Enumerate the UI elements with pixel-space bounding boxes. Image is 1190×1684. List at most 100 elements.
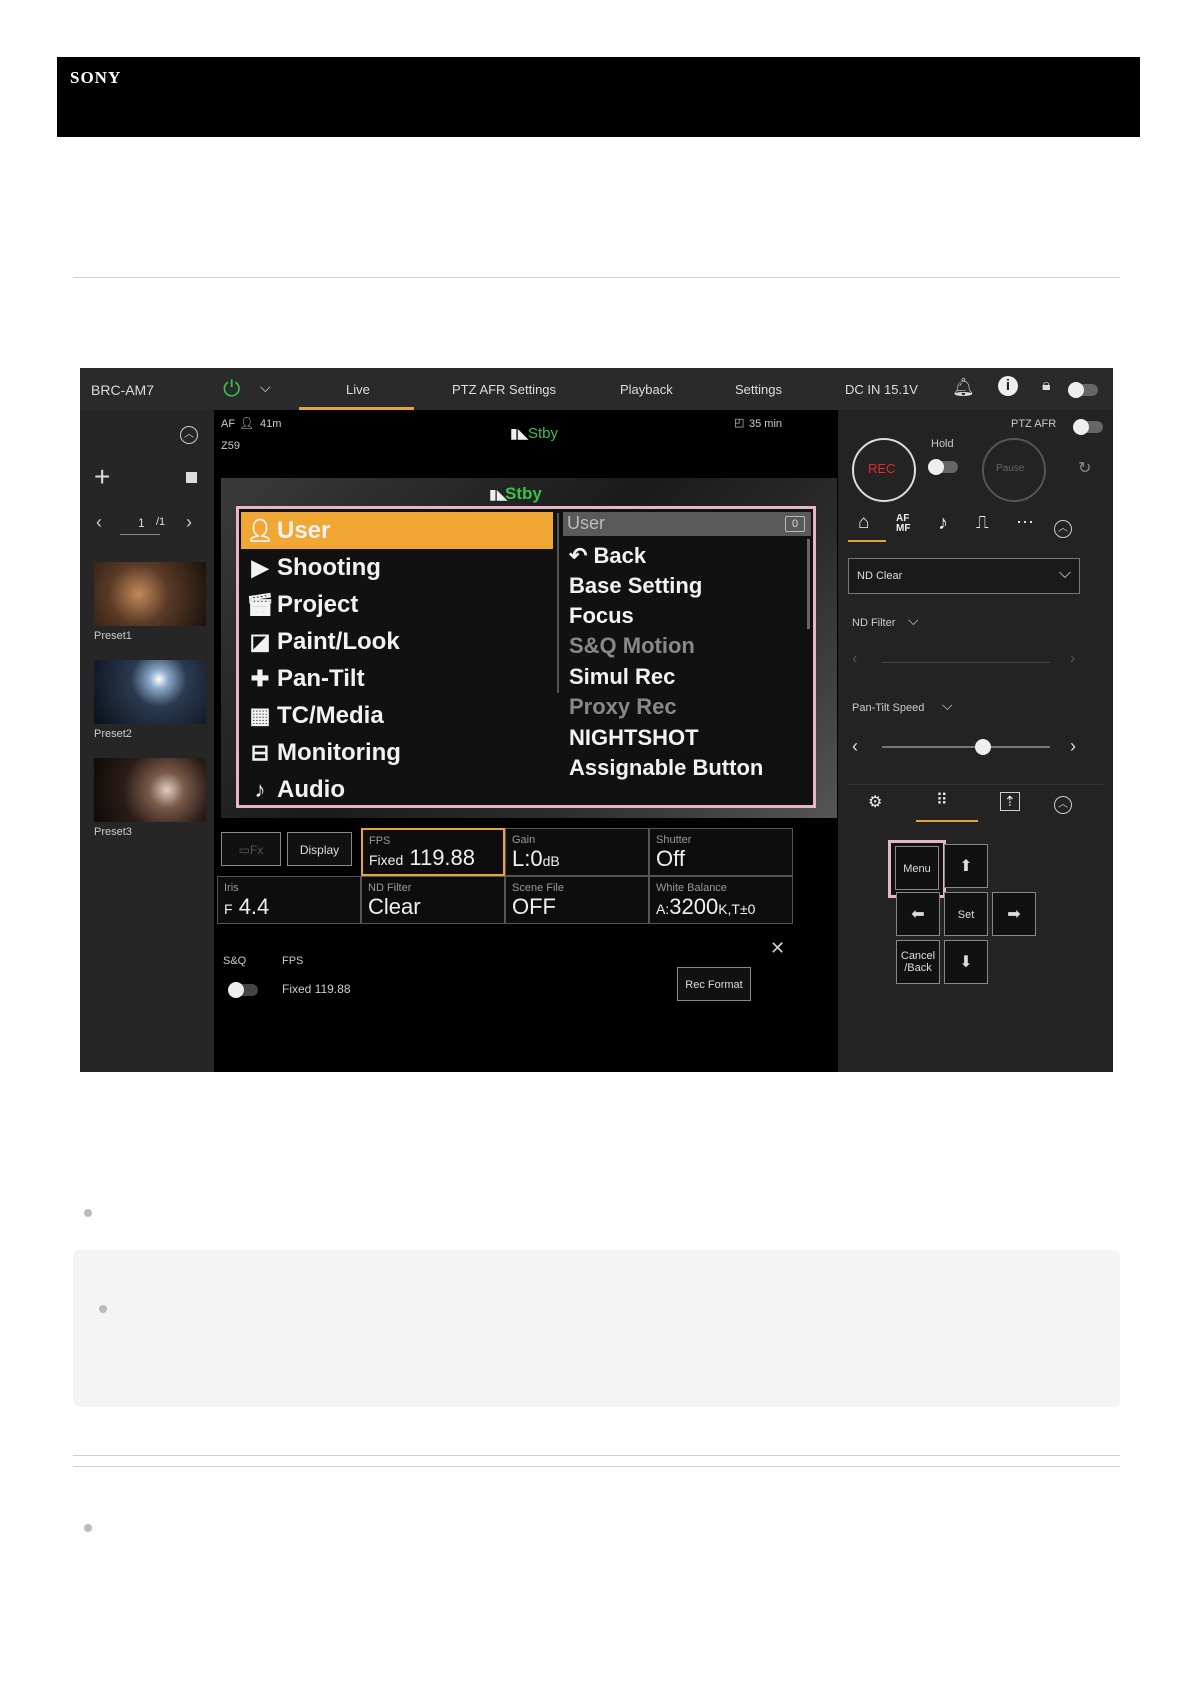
divider — [73, 1455, 1120, 1456]
up-arrow-button[interactable]: ⬆ — [944, 844, 988, 888]
media-icon: ◰ — [734, 417, 745, 429]
preset2-thumbnail[interactable] — [94, 660, 206, 724]
submenu-scrollbar[interactable] — [807, 539, 810, 629]
tab-playback[interactable]: Playback — [620, 382, 673, 397]
pan-tilt-speed-chevron-icon[interactable]: ⌵ — [942, 697, 953, 714]
menu-scrollbar[interactable] — [557, 513, 559, 693]
submenu-item-assignable-button[interactable]: Assignable Button — [569, 755, 763, 781]
rec-format-button[interactable]: Rec Format — [677, 967, 751, 1001]
clapper-icon: 🎬︎ — [246, 592, 274, 617]
speed-right-arrow-icon[interactable]: › — [1070, 736, 1076, 757]
user-icon: 👤︎ — [246, 518, 274, 543]
cancel-label: Cancel — [900, 950, 936, 962]
media-slot-icon[interactable]: ⎍ — [976, 512, 989, 533]
shutter-label: Shutter — [656, 834, 692, 846]
hold-label: Hold — [931, 438, 954, 450]
sq-toggle[interactable] — [228, 982, 258, 998]
submenu-item-sq-motion[interactable]: S&Q Motion — [569, 633, 695, 659]
stop-icon[interactable] — [186, 472, 197, 483]
tab-live[interactable]: Live — [346, 382, 370, 397]
submenu-item-base-setting[interactable]: Base Setting — [569, 573, 702, 599]
menu-button[interactable]: Menu — [895, 846, 939, 890]
af-mf-icon[interactable]: AF MF — [896, 514, 910, 534]
ptz-afr-toggle[interactable] — [1073, 419, 1103, 435]
submenu-item-back[interactable]: ↶ Back — [569, 543, 646, 569]
menu-item-user[interactable]: 👤︎ User — [243, 513, 553, 548]
record-status-icon: ▮◣ — [510, 425, 529, 441]
next-page-icon[interactable]: › — [186, 512, 192, 533]
nd-filter-chevron-icon[interactable]: ⌵ — [908, 612, 919, 629]
hold-toggle[interactable] — [928, 459, 958, 475]
preset3-thumbnail[interactable] — [94, 758, 206, 822]
tab-ptz-afr-settings[interactable]: PTZ AFR Settings — [452, 382, 556, 397]
collapse-icon[interactable]: ︿ — [1054, 520, 1072, 538]
set-button[interactable]: Set — [944, 892, 988, 936]
left-arrow-button[interactable]: ⬅ — [896, 892, 940, 936]
note-bullet — [99, 1305, 107, 1313]
menu-item-pan-tilt[interactable]: ✚ Pan-Tilt — [243, 661, 553, 696]
scene-file-cell[interactable]: Scene File OFF — [505, 876, 649, 924]
menu-item-tc-media[interactable]: ▦ TC/Media — [243, 698, 553, 733]
menu-item-paint-look[interactable]: ◪ Paint/Look — [243, 624, 553, 659]
submenu-header-label: User — [567, 513, 606, 533]
fps-cell[interactable]: FPS Fixed 119.88 — [361, 828, 505, 876]
nd-clear-select[interactable]: ND Clear ⌵ — [848, 558, 1080, 594]
chevron-down-icon: ⌵ — [1058, 565, 1071, 582]
close-icon[interactable]: ✕ — [770, 938, 785, 959]
image-icon[interactable]: ⇡ — [1000, 792, 1020, 811]
preset-panel: ︿ + ‹ 1 /1 › Preset1 Preset2 Preset3 — [80, 410, 214, 1072]
refresh-icon[interactable]: ↻ — [1078, 458, 1091, 478]
menu-item-shooting[interactable]: ▶︎ Shooting — [243, 550, 553, 585]
collapse-up-icon[interactable]: ︿ — [180, 426, 198, 444]
reel-icon[interactable]: ⚙ — [868, 792, 882, 812]
speed-left-arrow-icon[interactable]: ‹ — [852, 736, 858, 757]
home-icon[interactable]: ⌂ — [858, 512, 869, 534]
af-indicator: AF — [221, 418, 236, 430]
nd-left-arrow-icon[interactable]: ‹ — [852, 650, 857, 668]
collapse-panel-icon[interactable]: ︿ — [1054, 796, 1072, 814]
display-button[interactable]: Display — [287, 832, 352, 866]
preset1-thumbnail[interactable] — [94, 562, 206, 626]
focus-distance: 41m — [260, 418, 282, 430]
bell-icon[interactable]: 🔔︎ — [952, 377, 975, 398]
add-preset-icon[interactable]: + — [94, 463, 110, 491]
info-icon[interactable]: i — [998, 376, 1018, 396]
nd-right-arrow-icon[interactable]: › — [1070, 650, 1075, 668]
lock-toggle[interactable] — [1068, 382, 1098, 398]
submenu-item-nightshot[interactable]: NIGHTSHOT — [569, 725, 699, 751]
menu-item-audio[interactable]: ♪ Audio — [243, 772, 553, 807]
pause-button[interactable]: Pause — [982, 438, 1046, 502]
pan-tilt-speed-slider[interactable] — [974, 739, 991, 755]
audio-icon[interactable]: ♪ — [938, 512, 948, 535]
gain-cell[interactable]: Gain L:0dB — [505, 828, 649, 876]
power-icon[interactable]: ⏻ — [223, 376, 240, 402]
white-balance-cell[interactable]: White Balance A:3200K,T±0 — [649, 876, 793, 924]
white-balance-value: A:3200K,T±0 — [656, 894, 756, 919]
keypad-icon[interactable]: ⠿ — [936, 790, 948, 810]
prev-page-icon[interactable]: ‹ — [96, 512, 102, 533]
down-arrow-button[interactable]: ⬇ — [944, 940, 988, 984]
pan-tilt-speed-track — [882, 739, 1050, 755]
right-arrow-button[interactable]: ➡ — [992, 892, 1036, 936]
rec-button[interactable]: REC — [852, 438, 916, 502]
submenu-item-focus[interactable]: Focus — [569, 603, 634, 629]
cancel-back-button[interactable]: Cancel/Back — [896, 940, 940, 984]
page-total: /1 — [156, 516, 166, 528]
submenu-item-proxy-rec[interactable]: Proxy Rec — [569, 694, 677, 720]
menu-item-project[interactable]: 🎬︎ Project — [243, 587, 553, 622]
lock-icon[interactable]: 🔒︎ — [1042, 377, 1051, 395]
iris-cell[interactable]: Iris F 4.4 — [217, 876, 361, 924]
more-icon[interactable]: ⋯ — [1016, 512, 1034, 533]
white-balance-label: White Balance — [656, 882, 727, 894]
back-label: /Back — [904, 962, 932, 974]
rec-label: REC — [868, 461, 896, 476]
tab-settings[interactable]: Settings — [735, 382, 782, 397]
shutter-cell[interactable]: Shutter Off — [649, 828, 793, 876]
chevron-down-icon[interactable]: ⌵ — [260, 379, 271, 396]
scene-file-label: Scene File — [512, 882, 564, 894]
fps-value: Fixed 119.88 — [369, 845, 476, 870]
submenu-count-badge: 0 — [785, 516, 805, 532]
menu-item-monitoring[interactable]: ⊟ Monitoring — [243, 735, 553, 770]
nd-filter-cell[interactable]: ND Filter Clear — [361, 876, 505, 924]
submenu-item-simul-rec[interactable]: Simul Rec — [569, 664, 675, 690]
